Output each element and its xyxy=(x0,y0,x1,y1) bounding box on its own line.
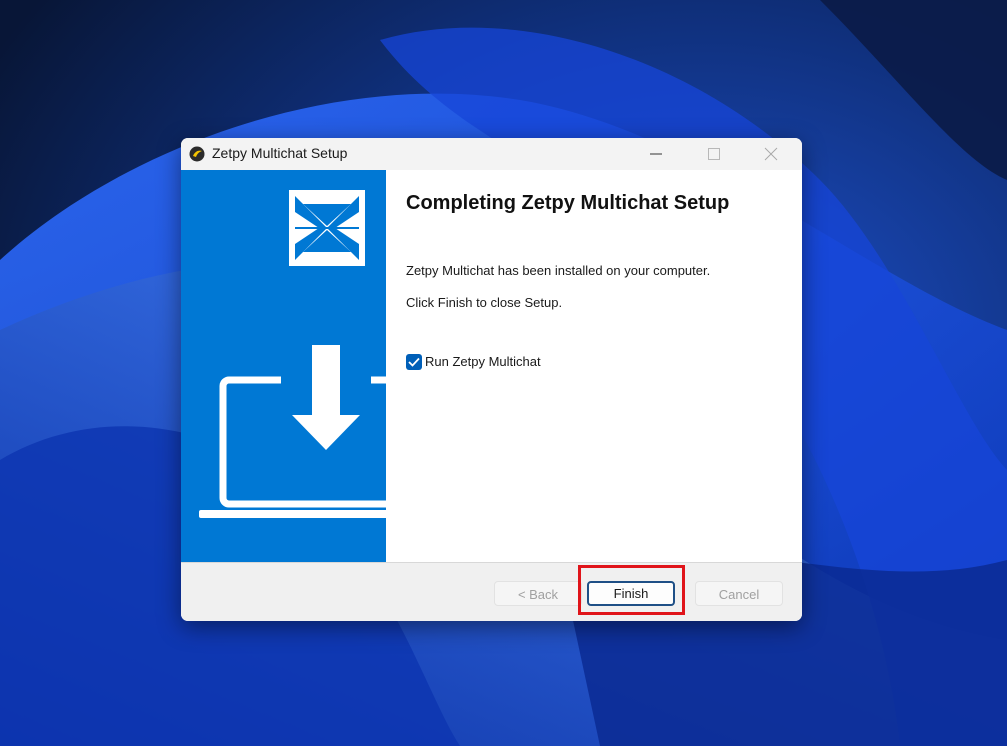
run-app-label[interactable]: Run Zetpy Multichat xyxy=(425,354,541,369)
zetpy-app-icon xyxy=(189,146,205,162)
minimize-icon xyxy=(650,153,662,155)
page-title: Completing Zetpy Multichat Setup xyxy=(406,192,730,214)
run-app-checkbox[interactable] xyxy=(406,354,422,370)
install-complete-text: Zetpy Multichat has been installed on yo… xyxy=(406,263,711,278)
maximize-icon xyxy=(708,148,720,160)
button-bar: < Back Finish Cancel xyxy=(181,562,802,621)
laptop-download-icon xyxy=(199,345,386,518)
checkmark-icon xyxy=(408,357,420,367)
close-instruction-text: Click Finish to close Setup. xyxy=(406,295,563,310)
wizard-content: Completing Zetpy Multichat Setup Zetpy M… xyxy=(386,170,802,562)
minimize-button[interactable] xyxy=(633,138,679,170)
wizard-banner xyxy=(181,170,386,562)
back-button: < Back xyxy=(494,581,582,606)
zetpy-logo-icon xyxy=(289,190,365,266)
close-icon xyxy=(764,147,778,161)
setup-window: Zetpy Multichat Setup Completing Zetpy M… xyxy=(181,138,802,621)
desktop: Zetpy Multichat Setup Completing Zetpy M… xyxy=(0,0,1007,746)
banner-graphic xyxy=(199,190,386,518)
cancel-button: Cancel xyxy=(695,581,783,606)
maximize-button xyxy=(691,138,737,170)
window-title: Zetpy Multichat Setup xyxy=(212,145,348,161)
finish-highlight-box xyxy=(578,565,685,615)
title-bar[interactable]: Zetpy Multichat Setup xyxy=(181,138,802,170)
close-button[interactable] xyxy=(748,138,794,170)
